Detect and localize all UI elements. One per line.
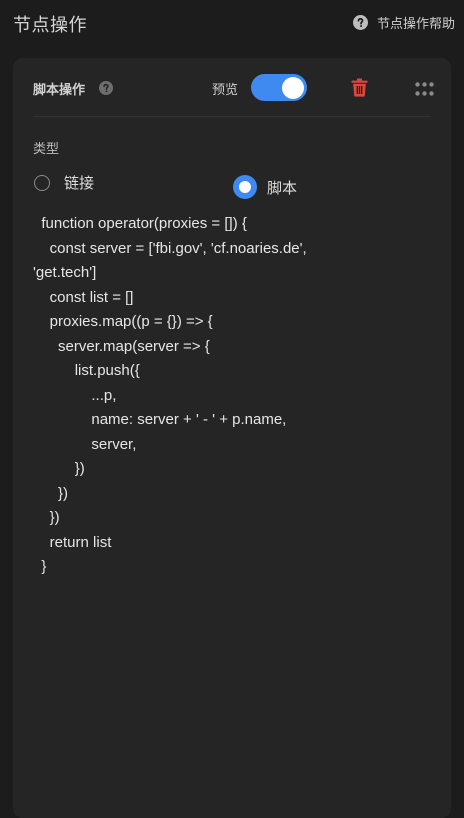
type-label: 类型 [33,142,60,157]
help-link[interactable]: 节点操作帮助 [352,13,455,32]
radio-unchecked-icon [34,174,50,191]
help-link-label: 节点操作帮助 [376,17,455,32]
question-circle-icon [352,15,368,30]
question-circle-icon[interactable] [99,80,113,95]
radio-option-label: 链接 [64,174,95,192]
divider [33,116,431,117]
trash-icon[interactable] [351,78,368,97]
script-code-editor[interactable]: function operator(proxies = []) { const … [33,212,433,580]
preview-toggle[interactable] [251,74,307,101]
card-header: 脚本操作 预览 [13,58,451,116]
page-header: 节点操作 节点操作帮助 [0,0,464,46]
radio-option-label: 脚本 [267,178,298,197]
radio-checked-icon [233,175,257,199]
grip-icon[interactable] [415,81,434,96]
preview-label: 预览 [212,83,239,98]
toggle-knob [282,76,304,99]
radio-option-script[interactable]: 脚本 [233,175,297,199]
radio-option-link[interactable]: 链接 [34,172,94,193]
page-title: 节点操作 [13,15,87,36]
script-operation-card: 脚本操作 预览 类型 链接 脚本 function operator(proxi… [13,58,451,818]
card-title: 脚本操作 [33,83,86,98]
